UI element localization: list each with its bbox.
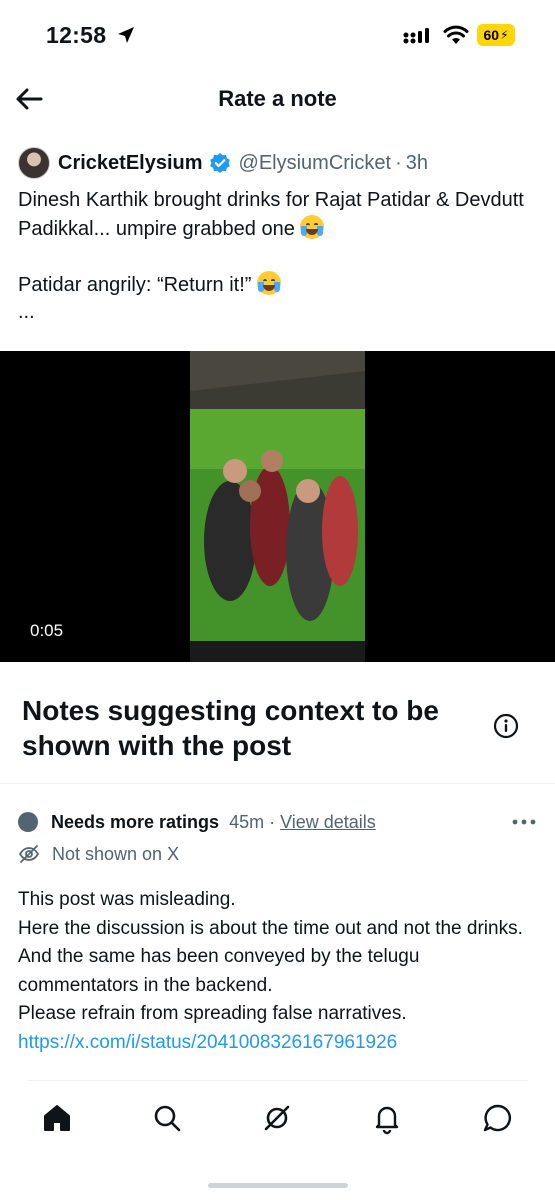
page-title: Rate a note bbox=[218, 86, 337, 111]
battery-level: 60 bbox=[483, 27, 500, 43]
notes-section-title: Notes suggesting context to be shown wit… bbox=[22, 695, 439, 761]
note-body-line-2: Here the discussion is about the time ou… bbox=[18, 917, 523, 996]
post-author-row: CricketElysium @ElysiumCricket · 3h bbox=[18, 146, 428, 180]
battery-indicator: 60 ⚡ bbox=[477, 24, 515, 46]
note-meta-separator: · bbox=[269, 811, 276, 832]
location-arrow-icon bbox=[118, 27, 134, 43]
status-time: 12:58 bbox=[46, 22, 107, 48]
video-thumbnail bbox=[190, 351, 365, 662]
tab-bar bbox=[0, 1095, 555, 1145]
note-body-line-3: Please refrain from spreading false narr… bbox=[18, 1003, 407, 1024]
nav-header: Rate a note bbox=[0, 72, 555, 128]
status-dot-icon bbox=[18, 812, 38, 832]
note-source-link[interactable]: https://x.com/i/status/20410083261679619… bbox=[18, 1032, 397, 1053]
note-status-row: Needs more ratings 45m · View details bbox=[18, 810, 376, 834]
cellular-signal-icon bbox=[403, 28, 429, 44]
wifi-icon bbox=[443, 25, 469, 44]
view-details-link[interactable]: View details bbox=[280, 812, 376, 833]
info-icon[interactable] bbox=[493, 713, 519, 739]
author-avatar[interactable] bbox=[18, 147, 50, 179]
section-divider bbox=[0, 783, 555, 784]
more-options-icon[interactable] bbox=[511, 812, 537, 832]
author-handle[interactable]: @ElysiumCricket bbox=[239, 152, 392, 175]
note-age: 45m bbox=[229, 811, 265, 832]
home-indicator bbox=[208, 1183, 348, 1188]
home-icon[interactable] bbox=[40, 1101, 74, 1135]
charging-bolt-icon: ⚡ bbox=[500, 28, 509, 42]
status-bar: 12:58 60 ⚡ bbox=[0, 0, 555, 72]
note-body: This post was misleading. Here the discu… bbox=[18, 886, 543, 1057]
community-notes-icon[interactable] bbox=[260, 1101, 294, 1135]
note-visibility: Not shown on X bbox=[52, 843, 180, 864]
notifications-icon[interactable] bbox=[370, 1101, 404, 1135]
search-icon[interactable] bbox=[150, 1101, 184, 1135]
meta-separator: · bbox=[395, 151, 402, 174]
post-text: Dinesh Karthik brought drinks for Rajat … bbox=[18, 186, 543, 322]
video-duration: 0:05 bbox=[30, 621, 64, 640]
note-body-line-1: This post was misleading. bbox=[18, 889, 236, 910]
note-status: Needs more ratings bbox=[51, 811, 220, 832]
tears-of-joy-emoji-icon bbox=[256, 271, 281, 295]
eye-slash-icon bbox=[18, 845, 40, 863]
note-visibility-row: Not shown on X bbox=[18, 842, 179, 866]
messages-icon[interactable] bbox=[481, 1101, 515, 1135]
post-text-line-1: Dinesh Karthik brought drinks for Rajat … bbox=[18, 189, 524, 240]
crying-face-emoji-icon bbox=[300, 215, 325, 239]
verified-badge-icon bbox=[209, 153, 230, 173]
post-text-line-2: Patidar angrily: “Return it!” bbox=[18, 274, 252, 296]
post-text-truncation[interactable]: ... bbox=[18, 302, 543, 322]
post-video[interactable]: 0:05 bbox=[0, 351, 555, 662]
post-age: 3h bbox=[405, 151, 428, 174]
author-display-name[interactable]: CricketElysium bbox=[58, 152, 203, 175]
bottom-divider bbox=[28, 1080, 528, 1081]
